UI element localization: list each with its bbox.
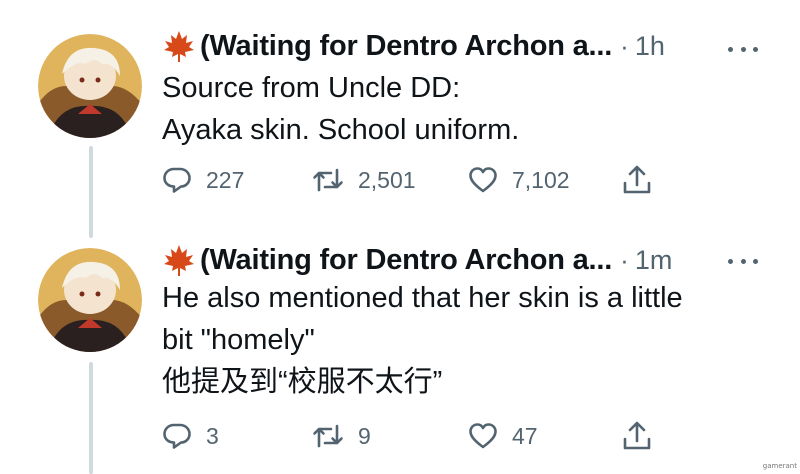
- retweet-icon: [313, 424, 343, 448]
- like-button[interactable]: 7,102: [468, 163, 570, 197]
- tweet-text: He also mentioned that her skin is a lit…: [162, 277, 762, 403]
- retweet-count: 9: [358, 422, 371, 449]
- watermark: gamerant: [762, 462, 797, 470]
- maple-leaf-icon: [164, 31, 194, 62]
- display-name[interactable]: (Waiting for Dentro Archon a...: [200, 30, 612, 63]
- tweet[interactable]: (Waiting for Dentro Archon a... · 1m He …: [0, 232, 800, 474]
- tweet-text-line: bit "homely": [162, 324, 315, 356]
- tweet-actions: 3 9 47: [162, 419, 682, 453]
- display-name[interactable]: (Waiting for Dentro Archon a...: [200, 244, 612, 277]
- maple-leaf-icon: [164, 245, 194, 276]
- timestamp[interactable]: 1m: [635, 245, 673, 276]
- separator: ·: [620, 30, 629, 61]
- tweet-text-line: Ayaka skin. School uniform.: [162, 114, 520, 146]
- tweet-text-line: 他提及到“校服不太行”: [162, 366, 443, 398]
- tweet-text-line: He also mentioned that her skin is a lit…: [162, 282, 683, 314]
- like-icon: [469, 423, 497, 449]
- reply-count: 227: [206, 166, 245, 193]
- reply-button[interactable]: 227: [162, 163, 244, 197]
- tweet[interactable]: (Waiting for Dentro Archon a... · 1h Sou…: [0, 0, 800, 232]
- share-button[interactable]: [622, 419, 652, 453]
- like-icon: [469, 167, 497, 193]
- like-count: 7,102: [512, 166, 570, 193]
- reply-button[interactable]: 3: [162, 419, 219, 453]
- share-icon: [623, 421, 651, 450]
- tweet-text: Source from Uncle DD: Ayaka skin. School…: [162, 67, 762, 151]
- tweet-actions: 227 2,501 7,102: [162, 163, 682, 197]
- separator: ·: [620, 244, 629, 275]
- avatar[interactable]: [38, 248, 142, 352]
- like-button[interactable]: 47: [468, 419, 538, 453]
- tweet-header: (Waiting for Dentro Archon a... · 1h: [162, 29, 665, 63]
- reply-icon: [163, 423, 191, 449]
- share-icon: [623, 165, 651, 194]
- retweet-icon: [313, 168, 343, 192]
- tweet-header: (Waiting for Dentro Archon a... · 1m: [162, 243, 672, 277]
- more-icon[interactable]: [728, 44, 758, 54]
- retweet-button[interactable]: 9: [312, 419, 371, 453]
- retweet-count: 2,501: [358, 166, 416, 193]
- reply-icon: [163, 167, 191, 193]
- like-count: 47: [512, 422, 538, 449]
- avatar[interactable]: [38, 34, 142, 138]
- tweet-text-line: Source from Uncle DD:: [162, 72, 461, 104]
- reply-count: 3: [206, 422, 219, 449]
- timestamp[interactable]: 1h: [635, 31, 665, 62]
- retweet-button[interactable]: 2,501: [312, 163, 416, 197]
- more-icon[interactable]: [728, 256, 758, 266]
- share-button[interactable]: [622, 163, 652, 197]
